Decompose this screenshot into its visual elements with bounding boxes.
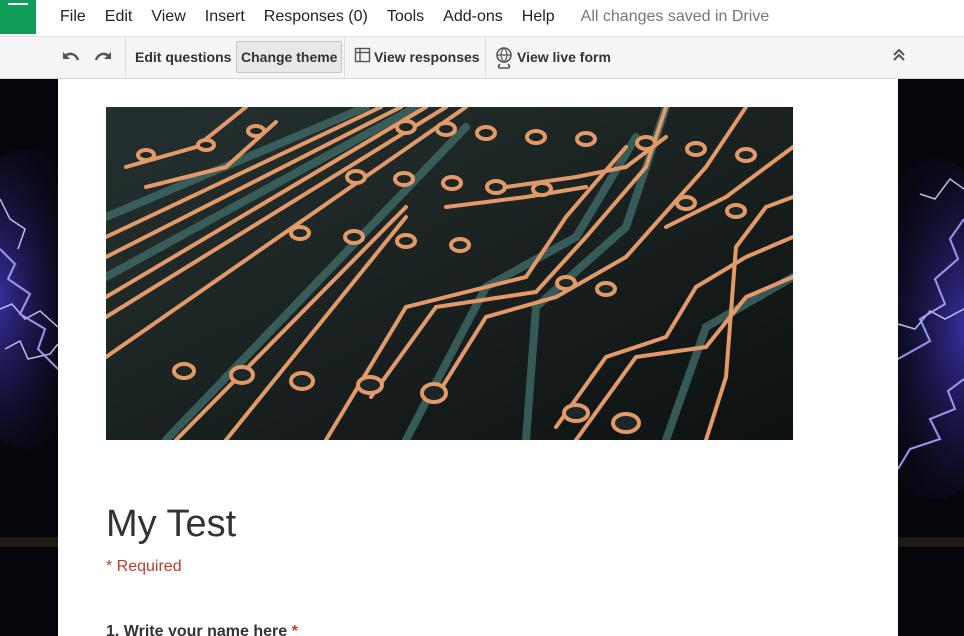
required-note: * Required — [106, 558, 182, 575]
view-responses-button[interactable]: View responses — [354, 41, 480, 73]
undo-icon — [60, 46, 82, 68]
view-responses-label: View responses — [374, 49, 480, 65]
view-live-form-label: View live form — [517, 49, 611, 65]
menu-responses[interactable]: Responses (0) — [264, 8, 368, 26]
save-status[interactable]: All changes saved in Drive — [581, 8, 770, 26]
double-chevron-up-icon — [890, 46, 910, 68]
change-theme-button[interactable]: Change theme — [236, 41, 343, 73]
toolbar-separator — [125, 37, 126, 78]
forms-app-logo[interactable] — [0, 0, 36, 34]
menu-edit[interactable]: Edit — [105, 8, 133, 26]
edit-questions-button[interactable]: Edit questions — [135, 41, 231, 73]
header-image-circuit-board — [106, 107, 793, 440]
undo-button[interactable] — [60, 41, 82, 73]
menu-file[interactable]: File — [60, 8, 86, 26]
menu-bar: File Edit View Insert Responses (0) Tool… — [0, 0, 964, 36]
menu-insert[interactable]: Insert — [205, 8, 245, 26]
question-number: 1. — [106, 623, 120, 636]
redo-icon — [92, 46, 114, 68]
view-live-form-button[interactable]: View live form — [494, 41, 611, 73]
toolbar-separator — [344, 37, 345, 78]
table-icon — [354, 46, 374, 68]
globe-link-icon — [494, 46, 517, 69]
menu-items: File Edit View Insert Responses (0) Tool… — [60, 0, 769, 34]
redo-button[interactable] — [92, 41, 114, 73]
form-title[interactable]: My Test — [106, 503, 236, 546]
logo-line — [8, 3, 28, 5]
menu-add-ons[interactable]: Add-ons — [443, 8, 503, 26]
menu-tools[interactable]: Tools — [387, 8, 424, 26]
circuit-board-image — [106, 107, 793, 440]
toolbar: Edit questions Change theme View respons… — [0, 36, 964, 79]
toolbar-separator — [485, 37, 486, 78]
menu-help[interactable]: Help — [522, 8, 555, 26]
question-text: Write your name here — [123, 623, 288, 636]
form-card: My Test * Required 1. Write your name he… — [58, 79, 898, 636]
question-title[interactable]: 1. Write your name here * — [106, 623, 298, 636]
required-asterisk: * — [291, 623, 298, 636]
collapse-toolbar-button[interactable] — [890, 41, 910, 73]
menu-view[interactable]: View — [151, 8, 185, 26]
